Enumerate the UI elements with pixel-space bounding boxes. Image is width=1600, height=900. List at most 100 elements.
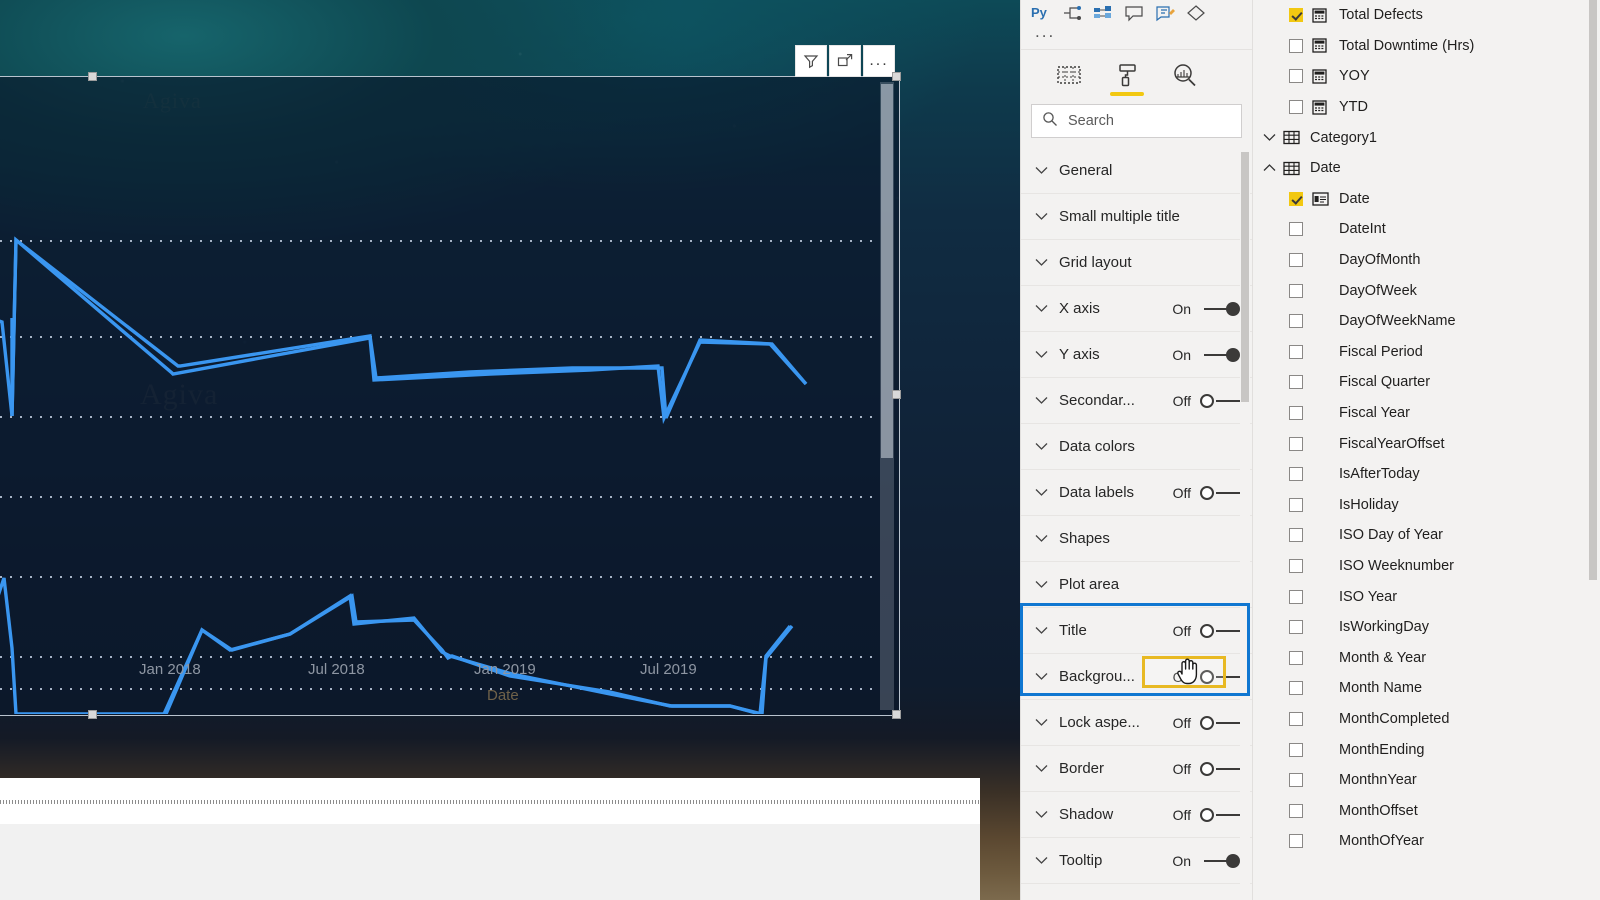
format-card-toggle[interactable] — [1198, 347, 1242, 363]
format-card-backgrou[interactable]: Backgrou...Off — [1021, 654, 1252, 700]
field-checkbox[interactable] — [1289, 773, 1303, 788]
key-influencers-icon[interactable] — [1092, 3, 1114, 23]
format-card-tooltip[interactable]: Tooltip On — [1021, 838, 1252, 884]
fields-pane-scrollbar-thumb[interactable] — [1589, 0, 1597, 580]
field-checkbox[interactable] — [1289, 222, 1303, 237]
field-checkbox[interactable] — [1289, 620, 1303, 635]
field-checkbox[interactable] — [1289, 100, 1303, 115]
field-item-monthoffset[interactable]: MonthOffset — [1253, 795, 1600, 826]
field-item-fiscalyearoffset[interactable]: FiscalYearOffset — [1253, 428, 1600, 459]
decomposition-tree-icon[interactable] — [1061, 3, 1083, 23]
field-item-date[interactable]: Date — [1253, 184, 1600, 215]
field-item-fiscal-quarter[interactable]: Fiscal Quarter — [1253, 367, 1600, 398]
format-card-grid-layout[interactable]: Grid layout — [1021, 240, 1252, 286]
field-item-dayofmonth[interactable]: DayOfMonth — [1253, 245, 1600, 276]
format-card-plot-area[interactable]: Plot area — [1021, 562, 1252, 608]
field-item-fiscal-period[interactable]: Fiscal Period — [1253, 337, 1600, 368]
field-item-iso-day-of-year[interactable]: ISO Day of Year — [1253, 520, 1600, 551]
field-checkbox[interactable] — [1289, 8, 1303, 23]
field-checkbox[interactable] — [1289, 681, 1303, 696]
field-item-fiscal-year[interactable]: Fiscal Year — [1253, 398, 1600, 429]
smart-narrative-icon[interactable] — [1154, 3, 1176, 23]
field-checkbox[interactable] — [1289, 314, 1303, 329]
format-card-title[interactable]: Title Off — [1021, 608, 1252, 654]
format-card-shapes[interactable]: Shapes — [1021, 516, 1252, 562]
field-item-isworkingday[interactable]: IsWorkingDay — [1253, 612, 1600, 643]
format-card-x-axis[interactable]: X axis On — [1021, 286, 1252, 332]
format-card-lock-aspe[interactable]: Lock aspe... Off — [1021, 700, 1252, 746]
format-card-toggle[interactable] — [1198, 807, 1242, 823]
chevron-down-icon[interactable] — [1261, 131, 1277, 145]
format-tab[interactable] — [1109, 60, 1145, 96]
format-card-toggle[interactable] — [1198, 669, 1242, 685]
field-item-monthending[interactable]: MonthEnding — [1253, 734, 1600, 765]
filter-button[interactable] — [795, 45, 827, 77]
resize-handle-top[interactable] — [88, 72, 97, 81]
table-item-category1[interactable]: Category1 — [1253, 122, 1600, 153]
format-card-shadow[interactable]: Shadow Off — [1021, 792, 1252, 838]
format-card-general[interactable]: General — [1021, 148, 1252, 194]
more-options-button[interactable]: ... — [863, 45, 895, 77]
python-visual-icon[interactable]: Py — [1030, 3, 1052, 23]
resize-handle-top-right[interactable] — [892, 72, 901, 81]
format-card-toggle[interactable] — [1198, 853, 1242, 869]
field-item-isaftertoday[interactable]: IsAfterToday — [1253, 459, 1600, 490]
field-item-monthnyear[interactable]: MonthnYear — [1253, 765, 1600, 796]
field-item-iso-year[interactable]: ISO Year — [1253, 581, 1600, 612]
field-item-dateint[interactable]: DateInt — [1253, 214, 1600, 245]
field-item-month-year[interactable]: Month & Year — [1253, 642, 1600, 673]
format-card-toggle[interactable] — [1198, 761, 1242, 777]
format-pane-scrollbar-thumb[interactable] — [1241, 152, 1249, 402]
format-card-y-axis[interactable]: Y axis On — [1021, 332, 1252, 378]
field-checkbox[interactable] — [1289, 803, 1303, 818]
chevron-up-icon[interactable] — [1261, 161, 1277, 175]
field-checkbox[interactable] — [1289, 344, 1303, 359]
resize-handle-right[interactable] — [892, 390, 901, 399]
format-card-data-labels[interactable]: Data labels Off — [1021, 470, 1252, 516]
focus-mode-button[interactable] — [829, 45, 861, 77]
resize-handle-bottom-right[interactable] — [892, 710, 901, 719]
fields-build-tab[interactable] — [1051, 60, 1087, 94]
visual-gallery-more-button[interactable]: ... — [1021, 23, 1252, 46]
field-item-ytd[interactable]: YTD — [1253, 92, 1600, 123]
field-item-yoy[interactable]: YOY — [1253, 61, 1600, 92]
resize-handle-bottom[interactable] — [88, 710, 97, 719]
field-checkbox[interactable] — [1289, 711, 1303, 726]
qna-icon[interactable] — [1123, 3, 1145, 23]
field-item-total-downtime-hrs[interactable]: Total Downtime (Hrs) — [1253, 31, 1600, 62]
format-search-box[interactable]: Search — [1031, 104, 1242, 138]
field-checkbox[interactable] — [1289, 406, 1303, 421]
visual-scrollbar-thumb[interactable] — [881, 84, 893, 458]
format-card-toggle[interactable] — [1198, 715, 1242, 731]
field-item-monthofyear[interactable]: MonthOfYear — [1253, 826, 1600, 857]
field-checkbox[interactable] — [1289, 375, 1303, 390]
format-card-secondar[interactable]: Secondar... Off — [1021, 378, 1252, 424]
field-checkbox[interactable] — [1289, 69, 1303, 84]
field-checkbox[interactable] — [1289, 253, 1303, 268]
format-card-toggle[interactable] — [1198, 485, 1242, 501]
field-checkbox[interactable] — [1289, 834, 1303, 849]
field-checkbox[interactable] — [1289, 38, 1303, 53]
field-checkbox[interactable] — [1289, 191, 1303, 206]
paginated-report-icon[interactable] — [1185, 3, 1207, 23]
field-checkbox[interactable] — [1289, 650, 1303, 665]
field-checkbox[interactable] — [1289, 528, 1303, 543]
analytics-tab[interactable] — [1167, 60, 1203, 94]
field-checkbox[interactable] — [1289, 283, 1303, 298]
format-card-border[interactable]: Border Off — [1021, 746, 1252, 792]
format-card-toggle[interactable] — [1198, 393, 1242, 409]
field-item-monthcompleted[interactable]: MonthCompleted — [1253, 704, 1600, 735]
field-checkbox[interactable] — [1289, 467, 1303, 482]
field-item-month-name[interactable]: Month Name — [1253, 673, 1600, 704]
field-checkbox[interactable] — [1289, 558, 1303, 573]
format-card-small-multiple-title[interactable]: Small multiple title — [1021, 194, 1252, 240]
field-item-dayofweekname[interactable]: DayOfWeekName — [1253, 306, 1600, 337]
field-item-dayofweek[interactable]: DayOfWeek — [1253, 275, 1600, 306]
field-checkbox[interactable] — [1289, 436, 1303, 451]
format-card-toggle[interactable] — [1198, 623, 1242, 639]
field-item-iso-weeknumber[interactable]: ISO Weeknumber — [1253, 551, 1600, 582]
field-item-isholiday[interactable]: IsHoliday — [1253, 490, 1600, 521]
field-checkbox[interactable] — [1289, 742, 1303, 757]
table-item-date[interactable]: Date — [1253, 153, 1600, 184]
field-checkbox[interactable] — [1289, 497, 1303, 512]
